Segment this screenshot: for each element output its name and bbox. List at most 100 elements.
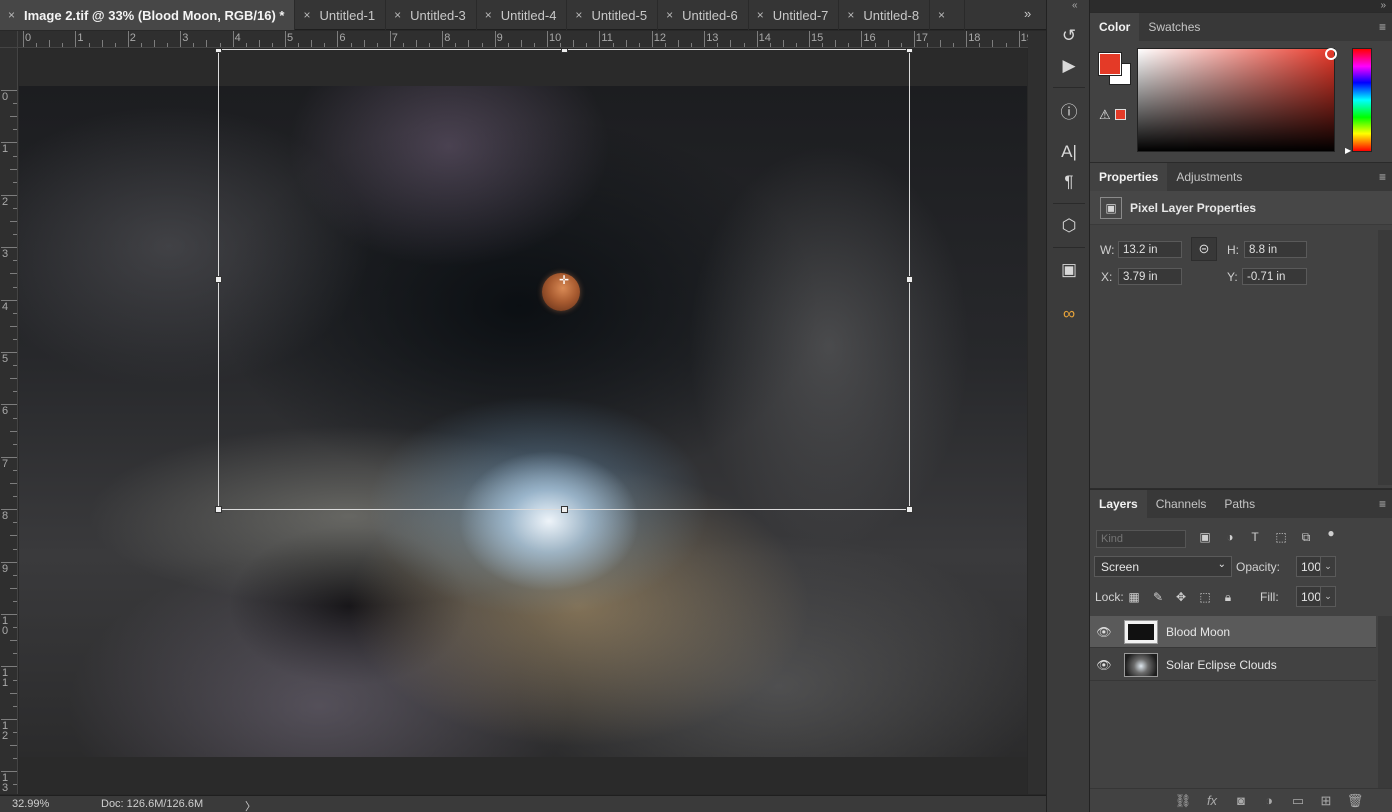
- delete-layer-icon[interactable]: 🗑︎: [1346, 793, 1364, 809]
- paragraph-icon[interactable]: ¶: [1056, 170, 1082, 194]
- visibility-eye-icon[interactable]: 👁︎: [1090, 658, 1118, 672]
- close-tab-icon[interactable]: ×: [666, 8, 673, 22]
- adjustment-layer-icon[interactable]: ◑: [1260, 793, 1278, 808]
- tab-untitled-8[interactable]: × Untitled-8: [839, 0, 931, 30]
- height-field[interactable]: [1244, 241, 1307, 258]
- transform-handle-bottom-left[interactable]: [215, 506, 222, 513]
- lock-all-icon[interactable]: 🔒︎: [1220, 590, 1236, 606]
- ruler-minor-tick: [13, 731, 17, 733]
- transform-handle-middle-right[interactable]: [906, 276, 913, 283]
- character-icon[interactable]: A|: [1056, 140, 1082, 164]
- link-layers-icon[interactable]: ⛓︎: [1174, 793, 1192, 809]
- visibility-eye-icon[interactable]: 👁︎: [1090, 625, 1118, 639]
- ruler-origin[interactable]: [0, 31, 18, 48]
- creative-cloud-icon[interactable]: ∞: [1056, 302, 1082, 326]
- close-tab-icon[interactable]: ×: [938, 8, 945, 22]
- tab-untitled-6[interactable]: × Untitled-6: [658, 0, 749, 30]
- color-field[interactable]: [1137, 48, 1335, 152]
- vertical-ruler[interactable]: 0 1 2 3 4 5 6 7 8 9 10 11 12 13: [0, 48, 18, 794]
- link-dimensions-icon[interactable]: ⊝: [1191, 237, 1217, 261]
- filter-pixel-icon[interactable]: ▣: [1196, 530, 1214, 546]
- tab-extra[interactable]: ×: [930, 0, 966, 30]
- tab-color[interactable]: Color: [1090, 13, 1140, 41]
- properties-scrollbar[interactable]: [1378, 230, 1392, 485]
- width-field[interactable]: [1118, 241, 1182, 258]
- tab-channels[interactable]: Channels: [1147, 490, 1216, 518]
- filter-adjustment-icon[interactable]: ◑: [1221, 530, 1239, 546]
- new-group-icon[interactable]: ▭: [1289, 793, 1307, 809]
- y-position-field[interactable]: [1242, 268, 1307, 285]
- play-actions-icon[interactable]: ▶: [1056, 54, 1082, 78]
- color-panel-menu-icon[interactable]: ≡: [1379, 20, 1386, 34]
- new-layer-icon[interactable]: ⊞: [1317, 793, 1335, 809]
- add-mask-icon[interactable]: ◙: [1232, 793, 1250, 808]
- document-canvas[interactable]: ✛: [19, 49, 1027, 794]
- lock-artboard-icon[interactable]: ⬚: [1197, 590, 1213, 606]
- layer-row-blood-moon[interactable]: 👁︎ Blood Moon: [1090, 616, 1376, 648]
- ruler-label: 2: [2, 195, 9, 208]
- blend-mode-select[interactable]: Screen ⌄: [1094, 556, 1232, 577]
- tab-untitled-3[interactable]: × Untitled-3: [386, 0, 477, 30]
- info-icon[interactable]: ⓘ: [1056, 98, 1082, 122]
- filter-shape-icon[interactable]: ⬚: [1272, 530, 1290, 546]
- image-icon[interactable]: ▣: [1056, 258, 1082, 282]
- close-tab-icon[interactable]: ×: [575, 8, 582, 22]
- x-position-field[interactable]: [1118, 268, 1182, 285]
- close-tab-icon[interactable]: ×: [303, 8, 310, 22]
- foreground-color-swatch[interactable]: [1098, 52, 1122, 76]
- canvas-vertical-scrollbar[interactable]: [1028, 31, 1046, 794]
- out-of-gamut-warning-icon[interactable]: ⚠: [1099, 107, 1111, 123]
- tab-untitled-1[interactable]: × Untitled-1: [295, 0, 387, 30]
- transform-handle-top-left[interactable]: [215, 49, 222, 53]
- transform-handle-top-right[interactable]: [906, 49, 913, 53]
- layers-scrollbar[interactable]: [1378, 616, 1392, 788]
- layer-name[interactable]: Blood Moon: [1166, 625, 1230, 639]
- fill-dropdown-icon[interactable]: ⌄: [1320, 586, 1336, 607]
- collapse-panels-icon[interactable]: «: [1072, 0, 1078, 11]
- tab-swatches[interactable]: Swatches: [1139, 13, 1209, 41]
- ruler-minor-tick: [376, 43, 378, 47]
- close-tab-icon[interactable]: ×: [757, 8, 764, 22]
- transform-handle-bottom-center[interactable]: [561, 506, 568, 513]
- tab-untitled-5[interactable]: × Untitled-5: [567, 0, 659, 30]
- gamut-correction-swatch[interactable]: [1115, 109, 1126, 120]
- 3d-icon[interactable]: ⬡: [1056, 214, 1082, 238]
- history-icon[interactable]: ↺: [1056, 24, 1082, 48]
- lock-image-pixels-icon[interactable]: ✎: [1150, 590, 1166, 606]
- close-tab-icon[interactable]: ×: [394, 8, 401, 22]
- zoom-level[interactable]: 32.99%: [12, 798, 49, 810]
- opacity-dropdown-icon[interactable]: ⌄: [1320, 556, 1336, 577]
- hue-slider[interactable]: [1352, 48, 1372, 152]
- status-menu-arrow[interactable]: 〉: [245, 798, 256, 812]
- filter-type-icon[interactable]: T: [1246, 530, 1264, 546]
- tab-adjustments[interactable]: Adjustments: [1167, 163, 1251, 191]
- lock-transparent-pixels-icon[interactable]: ▦: [1126, 590, 1142, 606]
- close-tab-icon[interactable]: ×: [485, 8, 492, 22]
- ruler-minor-tick: [13, 260, 17, 262]
- tab-untitled-4[interactable]: × Untitled-4: [477, 0, 568, 30]
- tab-paths[interactable]: Paths: [1215, 490, 1264, 518]
- layer-row-solar-eclipse-clouds[interactable]: 👁︎ Solar Eclipse Clouds: [1090, 649, 1376, 681]
- expand-panels-icon[interactable]: »: [1380, 0, 1386, 11]
- tab-image-2[interactable]: × Image 2.tif @ 33% (Blood Moon, RGB/16) …: [0, 0, 296, 30]
- close-tab-icon[interactable]: ×: [8, 8, 15, 22]
- properties-panel-menu-icon[interactable]: ≡: [1379, 170, 1386, 184]
- tab-layers[interactable]: Layers: [1090, 490, 1147, 518]
- color-picker-marker[interactable]: [1325, 48, 1337, 60]
- hue-slider-arrow-icon[interactable]: ▶: [1345, 146, 1351, 155]
- tab-untitled-7[interactable]: × Untitled-7: [749, 0, 840, 30]
- lock-position-icon[interactable]: ✥: [1173, 590, 1189, 606]
- layer-filter-kind-select[interactable]: [1096, 530, 1186, 548]
- transform-handle-bottom-right[interactable]: [906, 506, 913, 513]
- tab-properties[interactable]: Properties: [1090, 163, 1168, 191]
- close-tab-icon[interactable]: ×: [847, 8, 854, 22]
- free-transform-bounding-box[interactable]: [215, 49, 913, 513]
- transform-handle-middle-left[interactable]: [215, 276, 222, 283]
- layer-name[interactable]: Solar Eclipse Clouds: [1166, 658, 1277, 672]
- layer-style-fx-icon[interactable]: fx: [1203, 793, 1221, 808]
- filter-smart-object-icon[interactable]: ⧉: [1297, 530, 1315, 546]
- horizontal-ruler[interactable]: 012345678910111213141516171819: [18, 31, 1028, 48]
- layers-panel-menu-icon[interactable]: ≡: [1379, 497, 1386, 511]
- transform-handle-top-center[interactable]: [561, 49, 568, 53]
- filter-toggle-icon[interactable]: ●: [1322, 526, 1340, 542]
